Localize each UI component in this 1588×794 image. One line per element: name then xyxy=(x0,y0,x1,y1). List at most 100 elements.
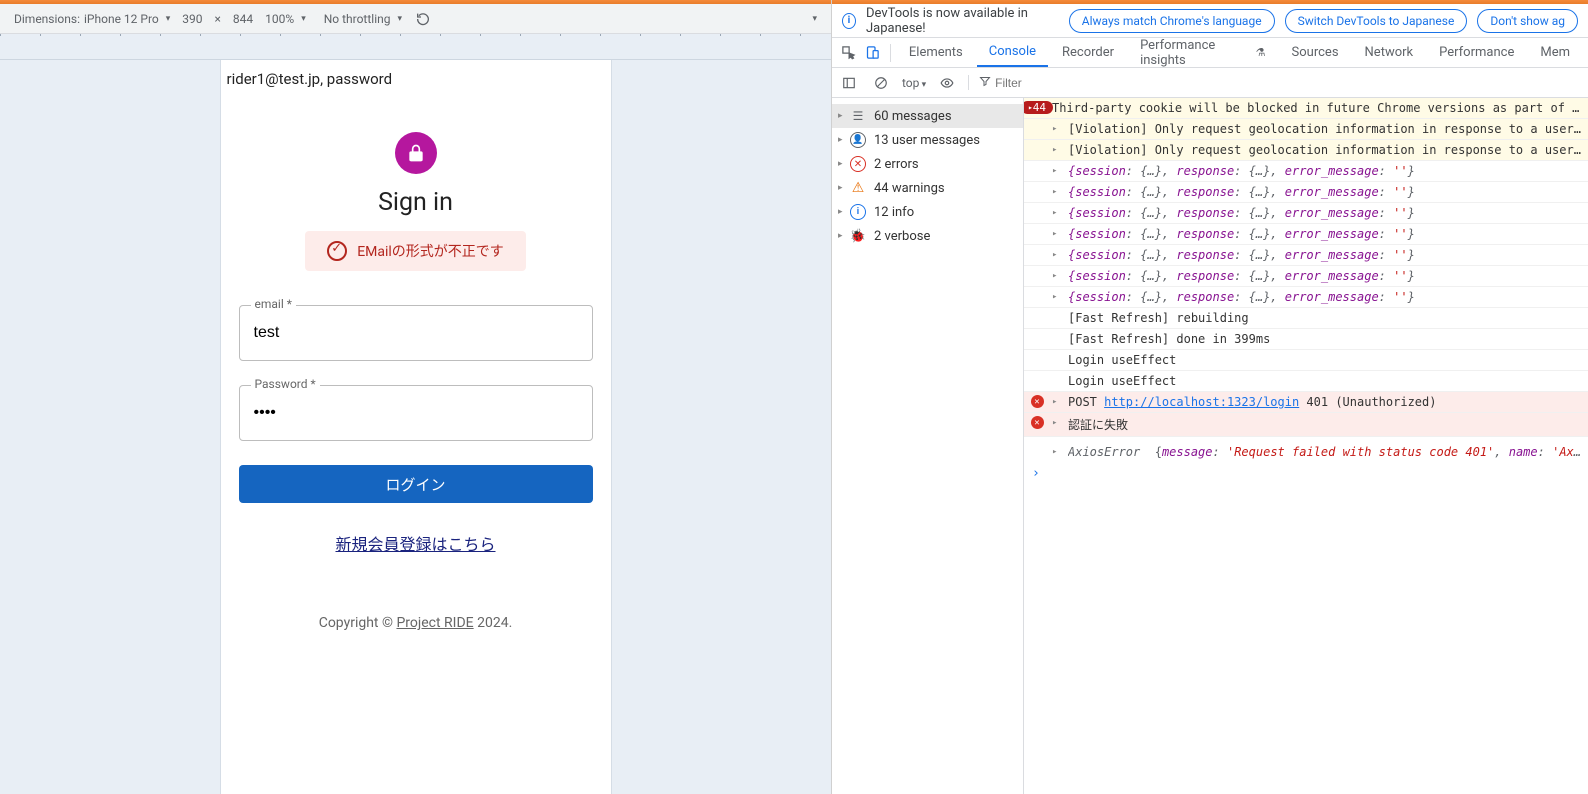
disclosure-icon[interactable]: ▸ xyxy=(1052,269,1062,281)
devtools-pane: i DevTools is now available in Japanese!… xyxy=(832,0,1588,794)
email-input[interactable] xyxy=(239,305,593,361)
console-prompt[interactable]: › xyxy=(1024,462,1588,485)
disclosure-icon[interactable]: ▸ xyxy=(1052,290,1062,302)
signin-card: Sign in EMailの形式が不正です xyxy=(221,92,611,281)
register-link[interactable]: 新規会員登録はこちら xyxy=(335,535,495,554)
console-sidebar: ☰60 messages 👤13 user messages ✕2 errors… xyxy=(832,98,1024,794)
disclosure-icon[interactable]: ▸ xyxy=(1052,206,1062,218)
throttle-select[interactable]: No throttling xyxy=(318,12,408,26)
clear-console-icon[interactable] xyxy=(870,72,892,94)
sidebar-warnings[interactable]: ⚠44 warnings xyxy=(832,176,1023,200)
msg-geo2: [Violation] Only request geolocation inf… xyxy=(1068,143,1582,157)
console-row[interactable]: ▸{session: {…}, response: {…}, error_mes… xyxy=(1024,287,1588,308)
more-options-select[interactable] xyxy=(803,14,823,24)
device-toolbar: Dimensions: iPhone 12 Pro 390 × 844 100%… xyxy=(0,4,831,34)
disclosure-icon[interactable]: ▸ xyxy=(1052,143,1062,155)
filter-input[interactable] xyxy=(995,76,1075,90)
msg-obj: {session: {…}, response: {…}, error_mess… xyxy=(1068,206,1582,220)
device-width[interactable]: 390 xyxy=(182,12,202,26)
console-row-error[interactable]: ✕ ▸ 認証に失敗 xyxy=(1024,413,1588,437)
zoom-select[interactable]: 100% xyxy=(259,12,312,26)
msg-cookie: Third-party cookie will be blocked in fu… xyxy=(1052,101,1582,115)
notice-text: DevTools is now available in Japanese! xyxy=(866,6,1059,36)
sidebar-info[interactable]: i12 info xyxy=(832,200,1023,224)
login-form: email * Password * ログイン 新規会員登録はこちら Copyr… xyxy=(221,281,611,641)
copyright-post: 2024. xyxy=(474,615,513,631)
disclosure-icon[interactable]: ▸ xyxy=(1052,185,1062,197)
copyright-pre: Copyright © xyxy=(319,615,397,631)
live-expression-icon[interactable] xyxy=(936,72,958,94)
disclosure-icon[interactable]: ▸ xyxy=(1052,122,1062,134)
tab-performance-insights[interactable]: Performance insights⚗ xyxy=(1128,38,1277,67)
console-body: ☰60 messages 👤13 user messages ✕2 errors… xyxy=(832,98,1588,794)
disclosure-icon[interactable]: ▸ xyxy=(1052,416,1062,428)
toggle-sidebar-icon[interactable] xyxy=(838,72,860,94)
password-label: Password * xyxy=(251,377,320,391)
console-row[interactable]: ▸ {session: {…}, response: {…}, error_mes… xyxy=(1024,161,1588,182)
disclosure-icon[interactable]: ▸ xyxy=(1052,164,1062,176)
console-toolbar: top xyxy=(832,68,1588,98)
list-icon: ☰ xyxy=(850,108,866,124)
email-label: email * xyxy=(251,297,296,311)
console-row[interactable]: ▸ {session: {…}, response: {…}, error_mes… xyxy=(1024,266,1588,287)
signin-title: Sign in xyxy=(378,188,453,217)
inspect-element-icon[interactable] xyxy=(838,41,860,65)
sidebar-messages[interactable]: ☰60 messages xyxy=(832,104,1023,128)
context-select[interactable]: top xyxy=(902,76,926,90)
tab-elements[interactable]: Elements xyxy=(897,38,975,67)
console-row[interactable]: ▸[Violation] Only request geolocation in… xyxy=(1024,119,1588,140)
request-url-link[interactable]: http://localhost:1323/login xyxy=(1104,395,1299,409)
console-row[interactable]: 44Third-party cookie will be blocked in … xyxy=(1024,98,1588,119)
console-row[interactable]: ▸ {session: {…}, response: {…}, error_mes… xyxy=(1024,203,1588,224)
disclosure-icon[interactable]: ▸ xyxy=(1052,395,1062,407)
device-dimensions-select[interactable]: Dimensions: iPhone 12 Pro xyxy=(8,12,176,26)
console-row[interactable]: ▸ [Violation] Only request geolocation in… xyxy=(1024,140,1588,161)
copyright-link[interactable]: Project RIDE xyxy=(396,615,473,631)
error-dot-icon: ✕ xyxy=(1031,416,1044,429)
console-row[interactable]: [Fast Refresh] rebuilding xyxy=(1024,308,1588,329)
console-row[interactable]: ▸ {session: {…}, response: {…}, error_mes… xyxy=(1024,224,1588,245)
disclosure-icon[interactable]: ▸ xyxy=(1052,445,1062,457)
tab-recorder[interactable]: Recorder xyxy=(1050,38,1126,67)
console-row[interactable]: ▸ {session: {…}, response: {…}, error_mes… xyxy=(1024,245,1588,266)
msg-obj: {session: {…}, response: {…}, error_mess… xyxy=(1068,269,1582,283)
device-height[interactable]: 844 xyxy=(233,12,253,26)
warning-count-badge: 44 xyxy=(1024,101,1053,114)
msg-obj: {session: {…}, response: {…}, error_mess… xyxy=(1068,227,1582,241)
error-dot-icon: ✕ xyxy=(1031,395,1044,408)
password-input[interactable] xyxy=(239,385,593,441)
tab-performance[interactable]: Performance xyxy=(1427,38,1526,67)
login-button[interactable]: ログイン xyxy=(239,465,593,503)
bug-icon: 🐞 xyxy=(850,228,866,244)
console-messages[interactable]: 44Third-party cookie will be blocked in … xyxy=(1024,98,1588,794)
msg-obj: {session: {…}, response: {…}, error_mess… xyxy=(1068,164,1582,178)
console-row[interactable]: Login useEffect xyxy=(1024,350,1588,371)
rotate-icon[interactable] xyxy=(414,10,432,28)
tab-memory[interactable]: Mem xyxy=(1528,38,1582,67)
console-row[interactable]: ▸ AxiosError {message: 'Request failed wi… xyxy=(1024,437,1588,462)
console-row[interactable]: [Fast Refresh] done in 399ms xyxy=(1024,329,1588,350)
dont-show-again-button[interactable]: Don't show ag xyxy=(1477,9,1578,33)
sidebar-errors[interactable]: ✕2 errors xyxy=(832,152,1023,176)
tab-network[interactable]: Network xyxy=(1353,38,1426,67)
disclosure-icon[interactable]: ▸ xyxy=(1052,248,1062,260)
msg-login2: Login useEffect xyxy=(1068,374,1582,388)
tab-console[interactable]: Console xyxy=(977,38,1048,67)
console-row[interactable]: Login useEffect xyxy=(1024,371,1588,392)
lock-icon xyxy=(395,132,437,174)
info-icon: i xyxy=(842,13,856,29)
msg-axios: AxiosError {message: 'Request failed wit… xyxy=(1068,445,1582,459)
console-row[interactable]: ▸{session: {…}, response: {…}, error_mes… xyxy=(1024,182,1588,203)
msg-authfail: 認証に失敗 xyxy=(1068,416,1582,433)
console-row-error[interactable]: ✕▸POST http://localhost:1323/login 401 (… xyxy=(1024,392,1588,413)
tab-sources[interactable]: Sources xyxy=(1280,38,1351,67)
devtools-tabs: Elements Console Recorder Performance in… xyxy=(832,38,1588,68)
device-mode-icon[interactable] xyxy=(862,41,884,65)
sidebar-user-messages[interactable]: 👤13 user messages xyxy=(832,128,1023,152)
switch-language-button[interactable]: Switch DevTools to Japanese xyxy=(1285,9,1468,33)
disclosure-icon[interactable]: ▸ xyxy=(1052,227,1062,239)
sidebar-verbose[interactable]: 🐞2 verbose xyxy=(832,224,1023,248)
dimension-separator: × xyxy=(209,12,227,26)
msg-obj: {session: {…}, response: {…}, error_mess… xyxy=(1068,248,1582,262)
always-match-language-button[interactable]: Always match Chrome's language xyxy=(1069,9,1275,33)
